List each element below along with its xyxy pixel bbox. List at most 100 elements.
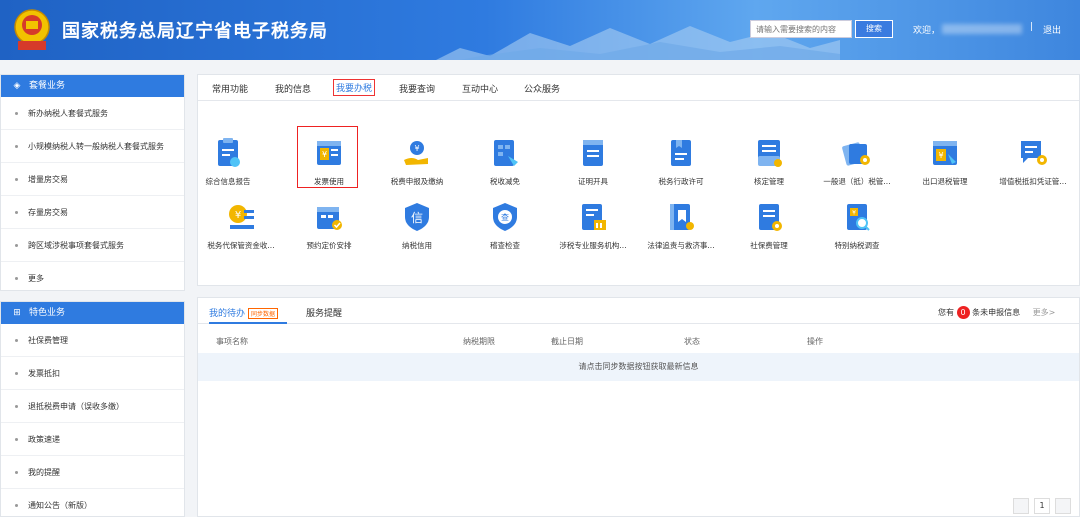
app-label: 出口退税管理 — [922, 177, 968, 186]
unreported-info: 您有 0 条未申报信息 更多> — [938, 306, 1055, 319]
top-header: 国家税务总局辽宁省电子税务局 搜索 欢迎， | 退出 — [0, 0, 1080, 60]
tab-common-functions[interactable]: 常用功能 — [212, 82, 248, 95]
svg-text:¥: ¥ — [938, 151, 943, 160]
app-escrow-funds[interactable]: ¥ 税务代保管资金收... — [197, 200, 285, 251]
app-tax-declaration[interactable]: ¥ 税费申报及缴纳 — [373, 136, 461, 187]
svg-text:¥: ¥ — [235, 210, 241, 221]
sidebar-item-label: 更多 — [28, 274, 44, 283]
bullet-icon — [15, 277, 18, 280]
sidebar-item-small-to-general[interactable]: 小规模纳税人转一般纳税人套餐式服务 — [1, 130, 184, 163]
tab-query[interactable]: 我要查询 — [399, 82, 435, 95]
app-export-refund[interactable]: ¥ 出口退税管理 — [901, 136, 989, 187]
sidebar-item-policy-news[interactable]: 政策速递 — [1, 423, 184, 456]
credit-shield-icon: 信 — [405, 203, 429, 231]
pager-prev[interactable] — [1013, 498, 1029, 514]
sidebar-item-label: 政策速递 — [28, 435, 60, 444]
app-special-investigation[interactable]: ¥ 特别纳税调查 — [813, 200, 901, 251]
header-separator: | — [1030, 22, 1034, 32]
sidebar-item-existing-housing[interactable]: 存量房交易 — [1, 196, 184, 229]
app-label: 税收减免 — [490, 177, 520, 186]
app-certificate[interactable]: 证明开具 — [549, 136, 637, 187]
sidebar-item-more[interactable]: 更多 — [1, 262, 184, 295]
app-label: 核定管理 — [754, 177, 784, 186]
app-social-security[interactable]: 社保费管理 — [725, 200, 813, 251]
app-inspection[interactable]: 查 稽查检查 — [461, 200, 549, 251]
logout-link[interactable]: 退出 — [1043, 23, 1061, 36]
app-assessment[interactable]: 核定管理 — [725, 136, 813, 187]
bullet-icon — [15, 438, 18, 441]
search-button[interactable]: 搜索 — [855, 20, 893, 38]
sidebar-item-label: 跨区域涉税事项套餐式服务 — [28, 241, 124, 250]
sync-data-badge[interactable]: 同步数据 — [248, 308, 279, 319]
search-input[interactable] — [750, 20, 852, 38]
app-label: 涉税专业服务机构... — [559, 241, 627, 250]
app-pricing-arrangement[interactable]: 预约定价安排 — [285, 200, 373, 251]
discount-card-icon — [494, 140, 518, 166]
sidebar-special-section: ⊞ 特色业务 社保费管理 发票抵扣 退抵税费申请（误收多缴） 政策速递 我的提醒 … — [0, 301, 185, 517]
sidebar-special-header[interactable]: ⊞ 特色业务 — [1, 302, 184, 324]
col-actions: 操作 — [807, 337, 823, 346]
bullet-icon — [15, 178, 18, 181]
coin-stack-icon: ¥ — [229, 205, 254, 229]
sidebar-item-social-security[interactable]: 社保费管理 — [1, 324, 184, 357]
sidebar-item-label: 通知公告（新版） — [28, 501, 92, 510]
app-label: 增值税抵扣凭证管... — [999, 177, 1067, 186]
bullet-icon — [15, 372, 18, 375]
sidebar-item-new-taxpayer[interactable]: 新办纳税人套餐式服务 — [1, 97, 184, 130]
building-document-icon — [582, 204, 606, 230]
app-label: 纳税信用 — [402, 241, 432, 250]
unreported-prefix: 您有 — [938, 308, 954, 317]
app-label: 综合信息报告 — [205, 177, 251, 186]
app-label: 一般退（抵）税管... — [823, 177, 891, 186]
unreported-count-badge[interactable]: 0 — [956, 306, 970, 319]
tab-interaction-center[interactable]: 互动中心 — [462, 82, 498, 95]
app-admin-license[interactable]: 税务行政许可 — [637, 136, 725, 187]
todo-empty-message: 请点击同步数据按钮获取最新信息 — [198, 353, 1079, 381]
app-general-refund[interactable]: 一般退（抵）税管... — [813, 136, 901, 187]
sidebar-item-my-reminders[interactable]: 我的提醒 — [1, 456, 184, 489]
selected-app-highlight — [297, 126, 358, 188]
bullet-icon — [15, 244, 18, 247]
pager-page-1[interactable]: 1 — [1034, 498, 1050, 514]
app-label: 证明开具 — [578, 177, 608, 186]
todo-panel: 我的待办 同步数据 服务提醒 您有 0 条未申报信息 更多> 事项名称 纳税期限 … — [197, 297, 1080, 517]
svg-text:¥: ¥ — [414, 144, 419, 153]
tab-service-reminders[interactable]: 服务提醒 — [306, 306, 342, 319]
sidebar-item-announcements[interactable]: 通知公告（新版） — [1, 489, 184, 517]
tab-my-info[interactable]: 我的信息 — [275, 82, 311, 95]
hand-coin-icon: ¥ — [404, 141, 428, 165]
sidebar-item-new-housing[interactable]: 增量房交易 — [1, 163, 184, 196]
grid-icon: ⊞ — [13, 308, 21, 318]
sidebar-package-header[interactable]: ◈ 套餐业务 — [1, 75, 184, 97]
app-vat-deduction[interactable]: 增值税抵扣凭证管... — [989, 136, 1077, 187]
app-tax-credit[interactable]: 信 纳税信用 — [373, 200, 461, 251]
clipboard-report-icon — [218, 138, 240, 167]
app-professional-service[interactable]: 涉税专业服务机构... — [549, 200, 637, 251]
bullet-icon — [15, 145, 18, 148]
tab-public-service[interactable]: 公众服务 — [524, 82, 560, 95]
app-info-report[interactable]: 综合信息报告 — [184, 136, 272, 187]
site-title: 国家税务总局辽宁省电子税务局 — [62, 21, 328, 42]
sidebar-item-label: 新办纳税人套餐式服务 — [28, 109, 108, 118]
svg-text:查: 查 — [501, 212, 509, 222]
pager-next[interactable] — [1055, 498, 1071, 514]
sidebar-package-section: ◈ 套餐业务 新办纳税人套餐式服务 小规模纳税人转一般纳税人套餐式服务 增量房交易… — [0, 74, 185, 291]
app-legal-remedy[interactable]: 法律追责与救济事... — [637, 200, 725, 251]
tab-my-todo[interactable]: 我的待办 同步数据 — [209, 306, 279, 319]
app-label: 稽查检查 — [490, 241, 520, 250]
sidebar-item-invoice-deduction[interactable]: 发票抵扣 — [1, 357, 184, 390]
law-book-icon — [670, 204, 694, 230]
more-link[interactable]: 更多> — [1033, 308, 1056, 317]
inspection-shield-icon: 查 — [493, 203, 517, 231]
layers-icon: ◈ — [13, 81, 21, 91]
sidebar-item-cross-region[interactable]: 跨区域涉税事项套餐式服务 — [1, 229, 184, 262]
calendar-check-icon — [317, 207, 342, 230]
app-tax-relief[interactable]: 税收减免 — [461, 136, 549, 187]
sidebar-item-refund-application[interactable]: 退抵税费申请（误收多缴） — [1, 390, 184, 423]
col-deadline: 截止日期 — [551, 337, 583, 346]
app-label: 税务行政许可 — [658, 177, 704, 186]
tab-tax-handling[interactable]: 我要办税 — [332, 79, 376, 96]
bullet-icon — [15, 471, 18, 474]
app-label: 社保费管理 — [750, 241, 788, 250]
document-search-icon: ¥ — [847, 204, 870, 231]
